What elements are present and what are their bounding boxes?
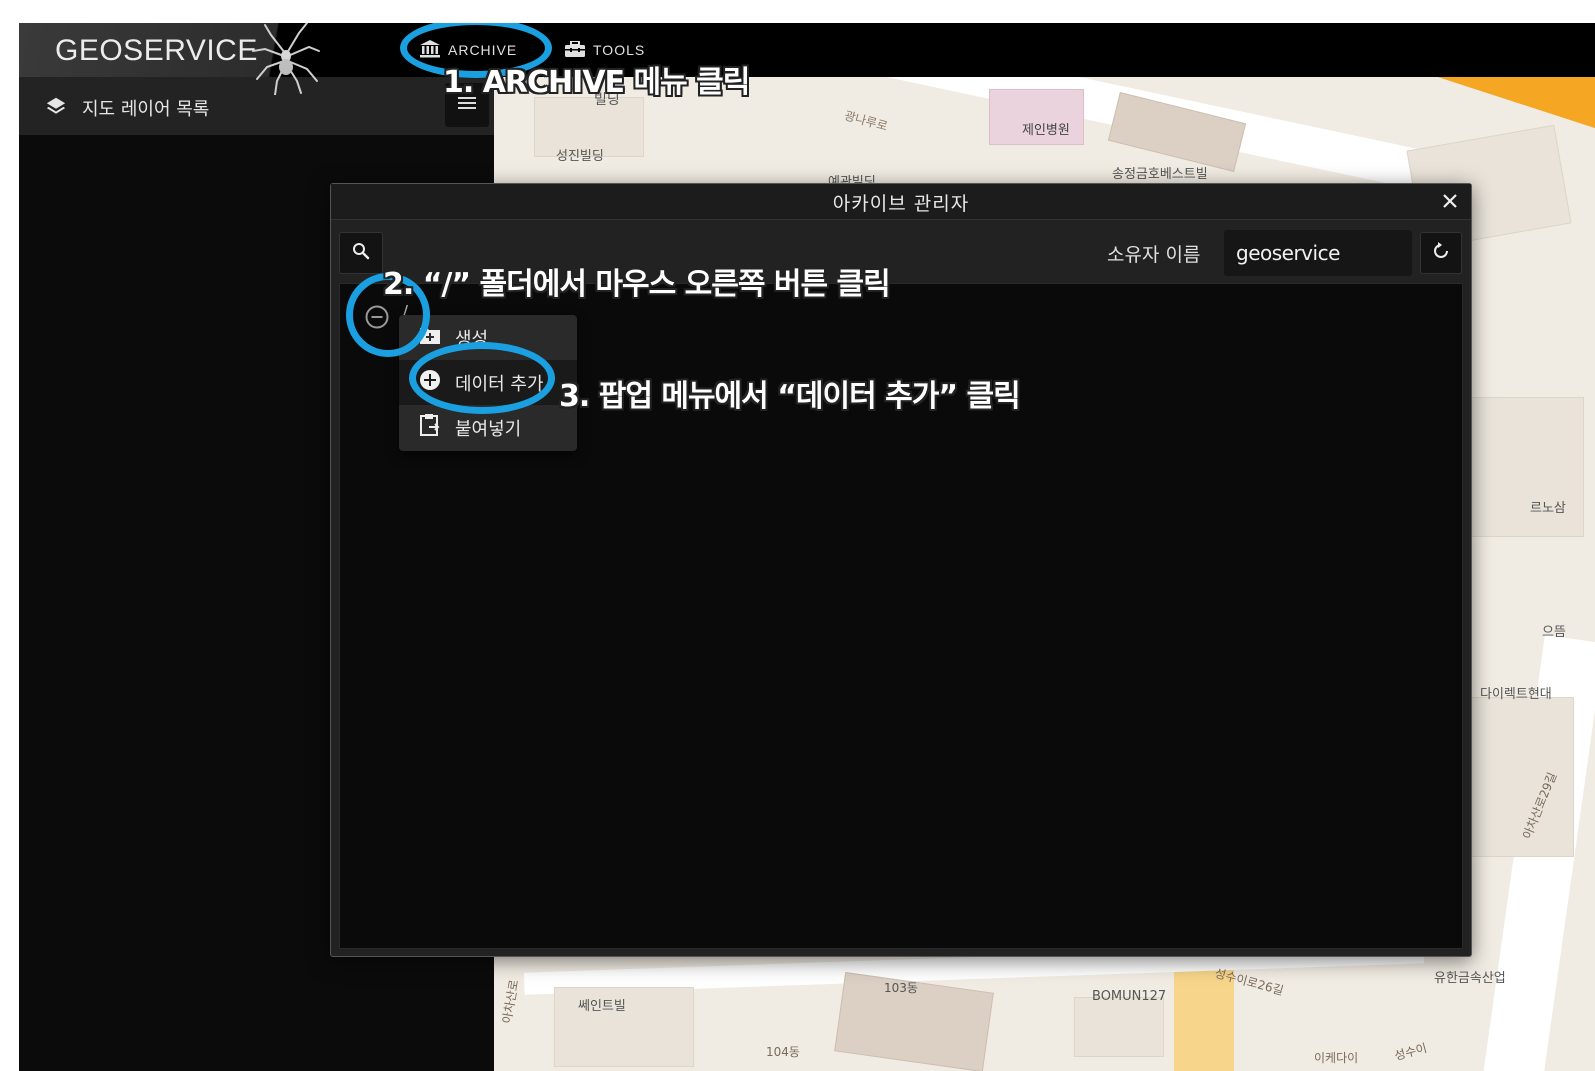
menu-tools-label: TOOLS	[593, 42, 646, 58]
folder-add-icon	[419, 325, 455, 350]
annotation-step2: 2. “/” 폴더에서 마우스 오른쪽 버튼 클릭	[383, 267, 891, 302]
search-icon	[352, 242, 370, 264]
map-label: 104동	[766, 1045, 800, 1059]
close-icon	[1443, 193, 1457, 212]
map-label: 유한금속산업	[1434, 971, 1506, 986]
search-button[interactable]	[339, 232, 383, 274]
map-label: 제인병원	[1022, 123, 1070, 138]
app-window: 빌딩 광나루로 제인병원 성진빌딩 예관빌딩 송정금호베스트빌 르노삼 으뜸 다…	[19, 23, 1595, 1071]
refresh-button[interactable]	[1420, 232, 1462, 274]
brand-logo-text: GEOSERVICE	[55, 34, 258, 67]
owner-name-input[interactable]	[1224, 230, 1412, 276]
map-label: 쎄인트빌	[578, 999, 626, 1014]
ctx-item-add-data-label: 데이터 추가	[455, 373, 544, 395]
map-label: 송정금호베스트빌	[1112, 167, 1208, 182]
map-label: BOMUN127	[1092, 989, 1167, 1004]
ctx-item-paste[interactable]: 붙여넣기	[399, 405, 577, 450]
ctx-item-paste-label: 붙여넣기	[455, 418, 522, 440]
map-label: 이케다이	[1314, 1051, 1359, 1065]
paste-icon	[419, 413, 455, 442]
map-building	[1074, 997, 1164, 1057]
dialog-titlebar[interactable]: 아카이브 관리자	[331, 184, 1471, 220]
ctx-item-create-label: 생성	[455, 328, 489, 350]
sidebar-title: 지도 레이어 목록	[82, 99, 210, 120]
annotation-step3: 3. 팝업 메뉴에서 “데이터 추가” 클릭	[559, 379, 1021, 414]
annotation-step1: 1. ARCHIVE 메뉴 클릭	[443, 65, 750, 100]
collapse-minus-icon[interactable]	[364, 304, 390, 334]
map-road	[1371, 77, 1595, 136]
top-navbar: GEOSERVICE ARCHIVE TOOLS	[19, 23, 1595, 96]
plus-circle-icon	[419, 369, 455, 396]
map-label: 성수이	[1392, 1040, 1429, 1064]
map-label: 다이렉트현대	[1480, 687, 1552, 702]
map-building	[1464, 397, 1584, 537]
map-label: 으뜸	[1542, 625, 1566, 640]
map-label: 103동	[884, 981, 918, 995]
menu-archive-label: ARCHIVE	[448, 42, 518, 58]
map-label: 르노삼	[1530, 501, 1566, 516]
refresh-icon	[1432, 242, 1450, 264]
map-label: 광나루로	[842, 108, 890, 134]
owner-name-label: 소유자 이름	[1107, 244, 1201, 266]
dialog-title: 아카이브 관리자	[832, 193, 970, 215]
map-label: 성진빌딩	[556, 149, 604, 164]
layers-icon	[45, 95, 67, 121]
context-menu: 생성 데이터 추가 붙여넣기	[399, 315, 577, 451]
map-label: 아차산로	[499, 978, 522, 1025]
close-button[interactable]	[1437, 189, 1463, 215]
brand-area: GEOSERVICE	[19, 23, 379, 77]
ctx-item-add-data[interactable]: 데이터 추가	[399, 360, 577, 405]
spider-logo-icon	[251, 23, 321, 96]
ctx-item-create[interactable]: 생성	[399, 315, 577, 360]
